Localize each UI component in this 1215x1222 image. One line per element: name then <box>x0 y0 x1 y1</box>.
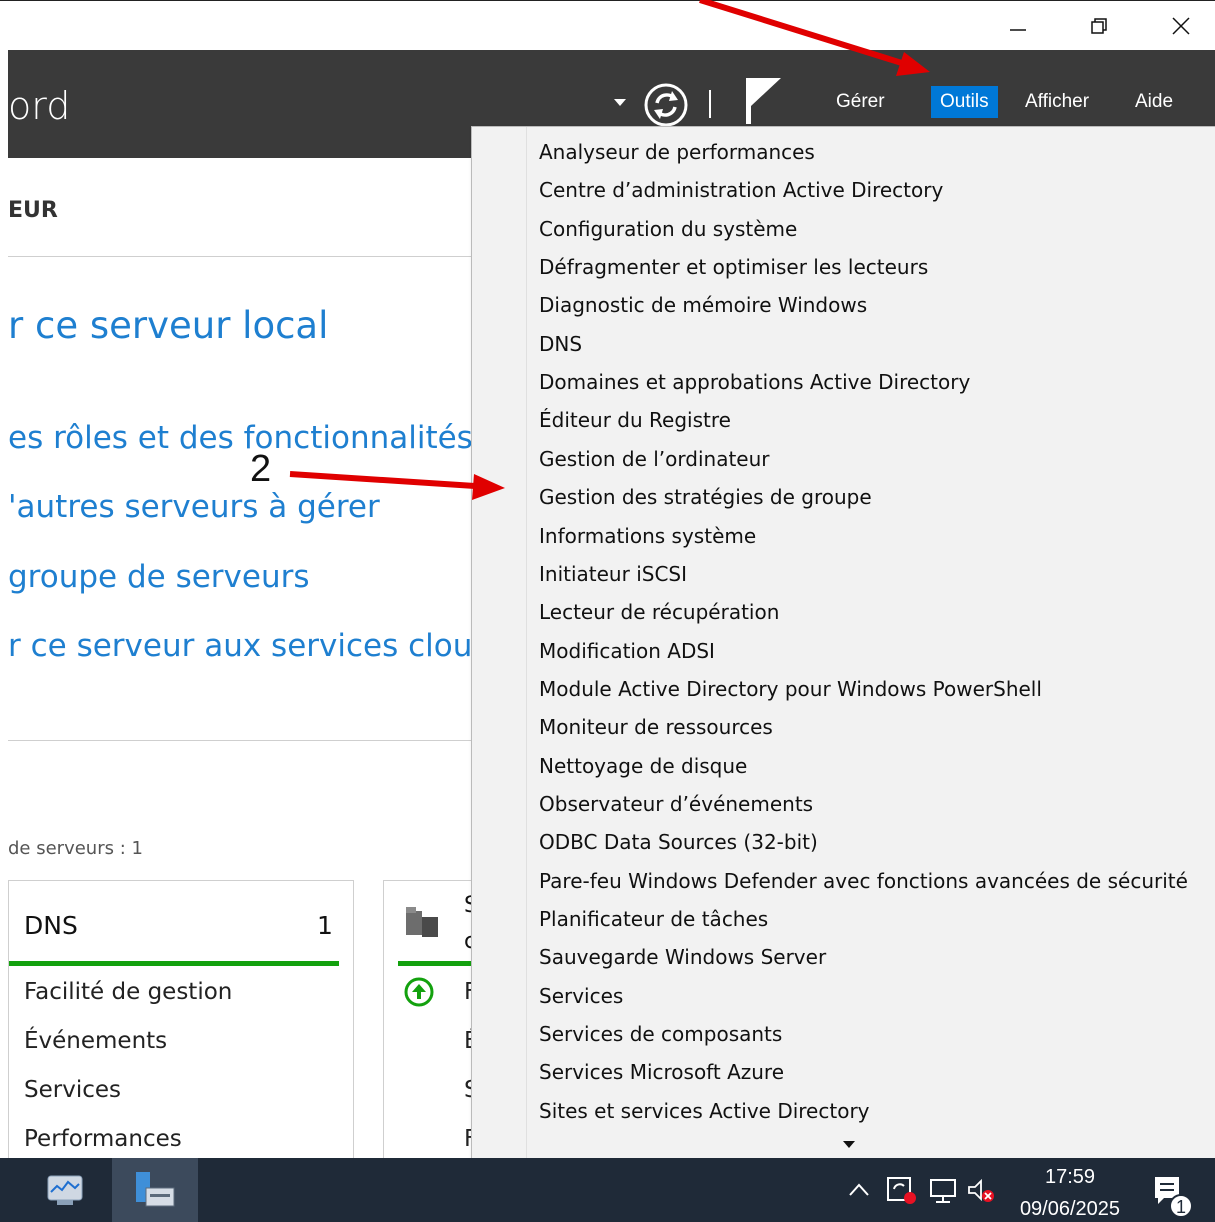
volume-tray-icon[interactable] <box>966 1178 996 1208</box>
chart-icon <box>47 1175 83 1205</box>
step-label: 2 <box>250 448 272 490</box>
notification-icon: 1 <box>1155 1177 1193 1218</box>
network-tray-icon[interactable] <box>928 1178 958 1208</box>
network-icon <box>930 1179 956 1203</box>
taskbar: 17:59 09/06/2025 1 <box>0 1158 1215 1222</box>
performance-monitor-taskbar-button[interactable] <box>45 1172 85 1212</box>
arrow-2-line <box>289 471 476 489</box>
volume-muted-icon <box>968 1178 994 1202</box>
arrow-2-head <box>472 474 505 500</box>
arrow-1-head <box>896 52 930 76</box>
sync-tray-icon[interactable] <box>886 1176 918 1208</box>
clock-date[interactable]: 09/06/2025 <box>1010 1198 1130 1221</box>
action-center-button[interactable]: 1 <box>1152 1174 1193 1222</box>
clock-time[interactable]: 17:59 <box>1010 1166 1130 1189</box>
svg-text:1: 1 <box>1176 1197 1186 1217</box>
server-manager-icon <box>136 1172 175 1207</box>
show-hidden-icons-button[interactable] <box>848 1180 870 1202</box>
annotation-overlay <box>289 0 930 500</box>
server-manager-taskbar-button[interactable] <box>112 1158 198 1222</box>
sync-icon <box>887 1177 916 1204</box>
chevron-up-icon <box>849 1183 869 1196</box>
arrow-1-line <box>699 0 906 67</box>
